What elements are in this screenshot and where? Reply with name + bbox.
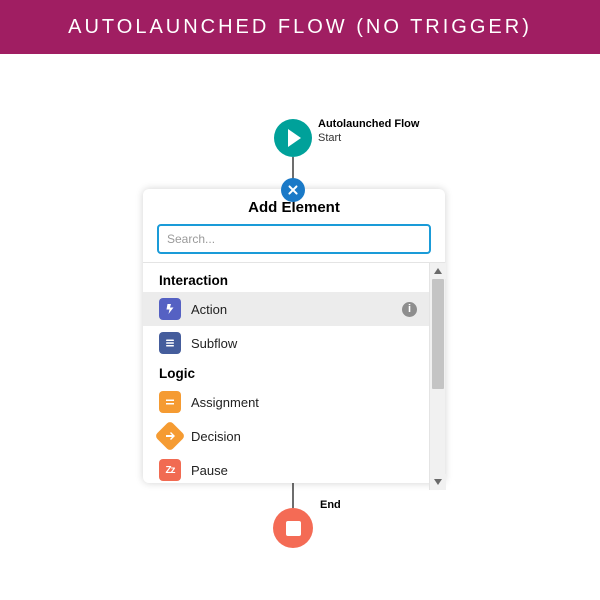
flow-end-label: End: [320, 499, 341, 511]
info-icon[interactable]: i: [402, 302, 417, 317]
scrollbar[interactable]: [429, 263, 445, 490]
close-add-element-button[interactable]: [281, 178, 305, 202]
stop-icon: [286, 521, 301, 536]
element-item-pause[interactable]: Zz Pause: [143, 453, 429, 487]
scrollbar-thumb[interactable]: [432, 279, 444, 389]
element-list: Interaction Action i Subflow Logic: [143, 263, 429, 490]
scroll-down-button[interactable]: [430, 474, 446, 490]
element-item-label: Decision: [191, 429, 241, 444]
banner-title: AUTOLAUNCHED FLOW (NO TRIGGER): [68, 16, 532, 39]
play-icon: [288, 129, 301, 147]
action-icon: [159, 298, 181, 320]
flow-start-node[interactable]: [274, 119, 312, 157]
flow-end-node[interactable]: [273, 508, 313, 548]
assignment-icon: [159, 391, 181, 413]
element-item-action[interactable]: Action i: [143, 292, 429, 326]
flow-start-title: Autolaunched Flow: [318, 118, 419, 130]
element-item-label: Assignment: [191, 395, 259, 410]
chevron-down-icon: [434, 479, 442, 485]
element-item-label: Subflow: [191, 336, 237, 351]
chevron-up-icon: [434, 268, 442, 274]
decision-icon: [154, 420, 185, 451]
element-item-label: Pause: [191, 463, 228, 478]
element-item-assignment[interactable]: Assignment: [143, 385, 429, 419]
page-banner: AUTOLAUNCHED FLOW (NO TRIGGER): [0, 0, 600, 54]
flow-start-subtitle: Start: [318, 132, 341, 144]
element-item-subflow[interactable]: Subflow: [143, 326, 429, 360]
group-label-interaction: Interaction: [143, 267, 429, 292]
group-label-logic: Logic: [143, 360, 429, 385]
scroll-up-button[interactable]: [430, 263, 446, 279]
element-item-decision[interactable]: Decision: [143, 419, 429, 453]
add-element-popover: Add Element Interaction Action i: [143, 189, 445, 483]
pause-icon: Zz: [159, 459, 181, 481]
subflow-icon: [159, 332, 181, 354]
search-input[interactable]: [157, 224, 431, 254]
element-item-label: Action: [191, 302, 227, 317]
